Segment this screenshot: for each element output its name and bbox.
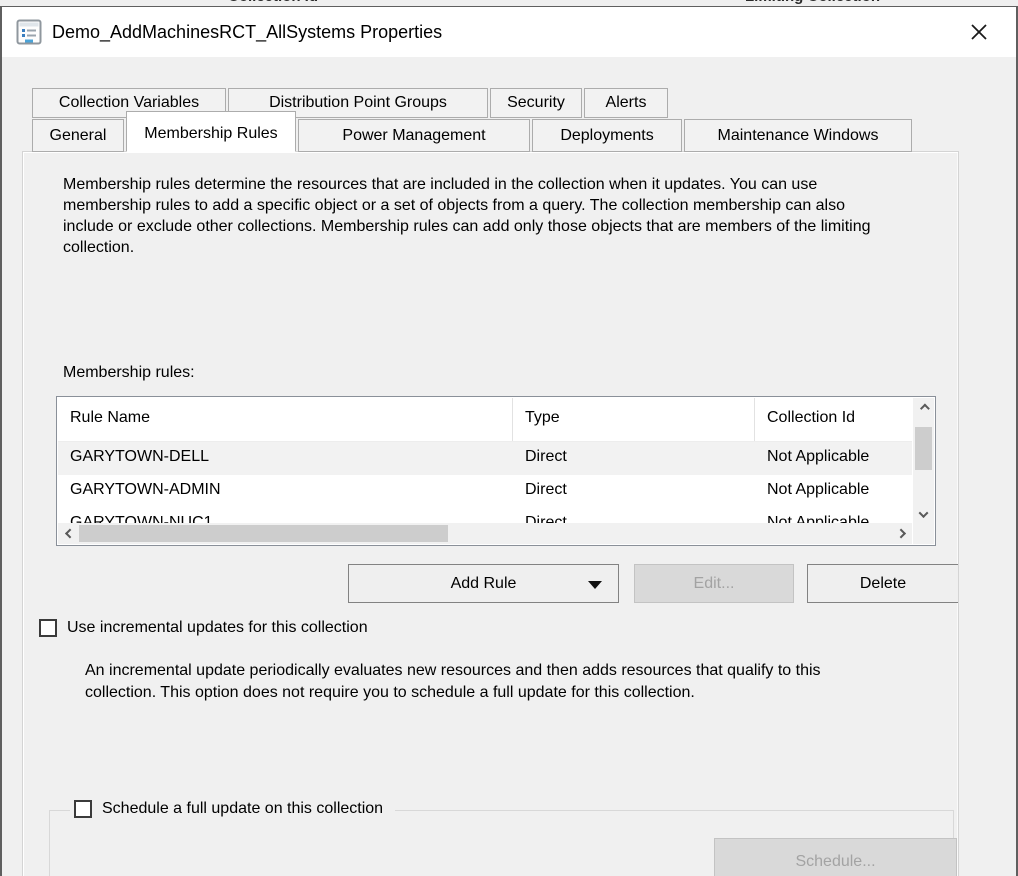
membership-rules-label: Membership rules:	[63, 364, 195, 382]
background-clipped-text: Limiting Collection	[745, 0, 880, 5]
column-header-collection-id[interactable]: Collection Id	[755, 398, 912, 441]
schedule-full-update-checkbox[interactable]	[74, 800, 92, 818]
horizontal-scrollbar-thumb[interactable]	[79, 525, 448, 542]
cell-type: Direct	[513, 475, 755, 508]
add-rule-label: Add Rule	[451, 575, 517, 592]
table-row[interactable]: GARYTOWN-DELL Direct Not Applicable	[58, 442, 912, 475]
dropdown-caret-icon	[588, 581, 602, 589]
add-rule-button[interactable]: Add Rule	[348, 564, 619, 603]
tab-general[interactable]: General	[32, 119, 124, 152]
background-clipped-text: Collection Id	[228, 0, 318, 5]
scrollbar-corner	[913, 523, 934, 544]
tab-maintenance-windows[interactable]: Maintenance Windows	[684, 119, 912, 152]
tab-power-management[interactable]: Power Management	[298, 119, 530, 152]
column-header-type[interactable]: Type	[513, 398, 755, 441]
vertical-scrollbar[interactable]	[913, 398, 934, 524]
table-header-row: Rule Name Type Collection Id	[58, 398, 912, 442]
properties-window-icon	[16, 19, 42, 45]
cell-type: Direct	[513, 442, 755, 475]
schedule-full-update-label: Schedule a full update on this collectio…	[102, 800, 383, 818]
screen: Collection Id Limiting Collection Demo_A…	[0, 0, 1018, 876]
tab-page-membership-rules: Membership rules determine the resources…	[22, 151, 959, 876]
table-row[interactable]: GARYTOWN-ADMIN Direct Not Applicable	[58, 475, 912, 508]
properties-dialog: Demo_AddMachinesRCT_AllSystems Propertie…	[0, 6, 1018, 876]
incremental-updates-checkbox[interactable]	[39, 619, 57, 637]
horizontal-scrollbar[interactable]	[58, 523, 912, 544]
tab-membership-rules[interactable]: Membership Rules	[126, 111, 296, 152]
tab-deployments[interactable]: Deployments	[532, 119, 682, 152]
vertical-scrollbar-thumb[interactable]	[915, 427, 932, 470]
schedule-groupbox-legend: Schedule a full update on this collectio…	[70, 800, 395, 818]
chevron-down-icon[interactable]	[913, 504, 934, 524]
incremental-updates-label: Use incremental updates for this collect…	[67, 619, 368, 637]
chevron-right-icon[interactable]	[892, 523, 912, 544]
schedule-button[interactable]: Schedule...	[714, 838, 957, 876]
delete-button[interactable]: Delete	[807, 564, 959, 603]
incremental-updates-row: Use incremental updates for this collect…	[39, 619, 368, 637]
cell-collection-id: Not Applicable	[755, 442, 912, 475]
edit-button[interactable]: Edit...	[634, 564, 794, 603]
column-header-rule-name[interactable]: Rule Name	[58, 398, 513, 441]
incremental-description: An incremental update periodically evalu…	[85, 660, 840, 704]
close-button[interactable]	[964, 17, 994, 47]
chevron-up-icon[interactable]	[913, 398, 934, 418]
tab-row-lower: General Membership Rules Power Managemen…	[32, 111, 914, 152]
schedule-groupbox: Schedule a full update on this collectio…	[49, 810, 954, 876]
title-bar: Demo_AddMachinesRCT_AllSystems Propertie…	[2, 7, 1016, 57]
window-title: Demo_AddMachinesRCT_AllSystems Propertie…	[52, 22, 442, 43]
chevron-left-icon[interactable]	[58, 523, 78, 544]
membership-description: Membership rules determine the resources…	[63, 174, 875, 258]
cell-collection-id: Not Applicable	[755, 475, 912, 508]
cell-rule-name: GARYTOWN-ADMIN	[58, 475, 513, 508]
cell-rule-name: GARYTOWN-DELL	[58, 442, 513, 475]
membership-rules-table: Rule Name Type Collection Id GARYTOWN-DE…	[56, 396, 936, 546]
